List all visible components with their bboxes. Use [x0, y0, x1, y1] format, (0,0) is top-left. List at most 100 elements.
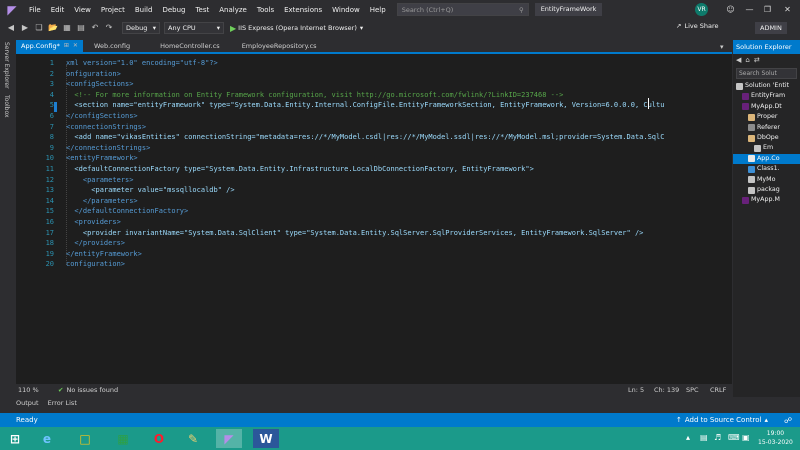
menu-debug[interactable]: Debug	[157, 6, 190, 14]
save-icon[interactable]: ▦	[61, 22, 73, 34]
tree-item-label: DbOpe	[757, 133, 779, 141]
tree-item[interactable]: EntityFram	[733, 91, 800, 101]
save-all-icon[interactable]: ▤	[75, 22, 87, 34]
tree-item-label: MyApp.Dt	[751, 102, 782, 110]
zoom-level[interactable]: 110 %	[18, 386, 46, 394]
opera-icon[interactable]: O	[146, 429, 172, 448]
notification-bell-icon[interactable]: ☍	[784, 416, 792, 425]
chevron-up-icon: ▴	[764, 416, 768, 424]
code-line: 12 <parameters>	[16, 175, 732, 186]
add-to-source-control-button[interactable]: ↑ Add to Source Control ▴	[676, 413, 768, 427]
tree-item[interactable]: Class1.	[733, 164, 800, 174]
tab-home-controller[interactable]: HomeController.cs	[155, 40, 225, 52]
code-text: <!-- For more information on Entity Fram…	[66, 90, 564, 99]
char-number: Ch: 139	[654, 386, 680, 394]
tree-item[interactable]: App.Co	[733, 153, 800, 165]
search-input[interactable]: Search (Ctrl+Q) ⚲	[396, 3, 529, 16]
tree-item-label: Referer	[757, 123, 780, 131]
volume-icon[interactable]: ♬	[714, 433, 721, 442]
open-icon[interactable]: 📂	[47, 22, 59, 34]
menu-window[interactable]: Window	[327, 6, 365, 14]
network-icon[interactable]: ▤	[700, 433, 708, 442]
tree-item-icon	[742, 103, 749, 111]
tab-employee-repository[interactable]: EmployeeRepository.cs	[237, 40, 322, 52]
pin-icon[interactable]: ⊞	[64, 40, 69, 52]
action-center-icon[interactable]: ▣	[742, 433, 750, 442]
menu-extensions[interactable]: Extensions	[279, 6, 327, 14]
tab-output[interactable]: Output	[16, 397, 39, 409]
code-editor[interactable]: 1 xml version="1.0" encoding="utf-8"?> 2 on…	[16, 54, 732, 384]
menu-build[interactable]: Build	[130, 6, 158, 14]
menu-tools[interactable]: Tools	[252, 6, 279, 14]
forward-icon[interactable]: ▶	[19, 22, 31, 34]
tab-app-config[interactable]: App.Config* ⊞ ✕	[16, 40, 83, 52]
server-explorer-tab[interactable]: Server Explorer	[3, 42, 10, 89]
new-project-icon[interactable]: ❏	[33, 22, 45, 34]
tree-item-icon	[748, 165, 755, 173]
tree-item[interactable]: MyApp.Dt	[733, 102, 800, 112]
code-text: <parameters>	[66, 175, 134, 184]
chevron-down-icon: ▾	[152, 24, 156, 32]
configuration-select[interactable]: Debug ▾	[122, 22, 160, 34]
sync-icon[interactable]: ⇄	[754, 56, 760, 64]
line-number: 18	[45, 239, 54, 248]
avatar[interactable]: VR	[695, 3, 708, 16]
platform-select[interactable]: Any CPU ▾	[164, 22, 224, 34]
line-number: 13	[45, 186, 54, 195]
menu-test[interactable]: Test	[190, 6, 214, 14]
back-icon[interactable]: ◀	[736, 56, 741, 64]
back-icon[interactable]: ◀	[5, 22, 17, 34]
tree-item[interactable]: Referer	[733, 123, 800, 133]
solution-explorer-title[interactable]: Solution Explorer	[733, 40, 800, 54]
home-icon[interactable]: ⌂	[745, 56, 749, 64]
close-icon[interactable]: ✕	[73, 40, 78, 52]
paint-icon[interactable]: ✎	[180, 429, 206, 448]
run-button[interactable]: ▶ IIS Express (Opera Internet Browser) ▾	[230, 24, 363, 33]
toolbox-tab[interactable]: Toolbox	[3, 95, 10, 118]
menu-analyze[interactable]: Analyze	[214, 6, 252, 14]
code-line: 5 <section name="entityFramework" type="…	[16, 100, 732, 111]
search-placeholder: Search (Ctrl+Q)	[401, 5, 454, 14]
taskbar-clock[interactable]: 19:00 15-03-2020	[758, 429, 793, 447]
tab-error-list[interactable]: Error List	[48, 397, 77, 409]
word-icon[interactable]: W	[253, 429, 279, 448]
tree-item[interactable]: DbOpe	[733, 133, 800, 143]
undo-icon[interactable]: ↶	[89, 22, 101, 34]
tree-item[interactable]: MyMo	[733, 175, 800, 185]
issues-indicator[interactable]: ✔ No issues found	[58, 386, 118, 394]
file-explorer-icon[interactable]: □	[72, 429, 98, 448]
solution-search-input[interactable]: Search Solut	[736, 68, 797, 79]
tree-item[interactable]: Solution 'Entit	[733, 81, 800, 91]
live-share-button[interactable]: ↗ Live Share	[676, 22, 719, 30]
windows-start-icon[interactable]: ⊞	[2, 429, 28, 448]
tab-label: EmployeeRepository.cs	[241, 42, 317, 50]
tab-web-config[interactable]: Web.config	[89, 40, 135, 52]
menu-edit[interactable]: Edit	[46, 6, 70, 14]
visual-studio-logo-icon[interactable]: ◤	[0, 0, 24, 19]
tree-item[interactable]: Em	[733, 143, 800, 153]
line-number: 15	[45, 207, 54, 216]
code-line: 4 <!-- For more information on Entity Fr…	[16, 90, 732, 101]
tray-chevron-icon[interactable]: ▴	[686, 433, 690, 442]
code-text: </parameters>	[66, 196, 138, 205]
code-line: 13 <parameter value="mssqllocaldb" />	[16, 185, 732, 196]
internet-explorer-icon[interactable]: e	[34, 429, 60, 448]
keyboard-icon[interactable]: ⌨	[728, 433, 740, 442]
tree-item[interactable]: Proper	[733, 112, 800, 122]
live-share-icon: ↗	[676, 22, 682, 30]
store-icon[interactable]: ▦	[110, 429, 136, 448]
solution-title: EntityFrameWork	[534, 3, 603, 16]
visual-studio-taskbar-icon[interactable]: ◤	[216, 429, 242, 448]
tab-list-chevron-icon[interactable]: ▾	[720, 43, 724, 51]
menu-file[interactable]: File	[24, 6, 46, 14]
menu-project[interactable]: Project	[96, 6, 130, 14]
redo-icon[interactable]: ↷	[103, 22, 115, 34]
code-text: <parameter value="mssqllocaldb" />	[66, 186, 235, 195]
close-icon[interactable]: ✕	[775, 0, 800, 19]
play-icon: ▶	[230, 23, 237, 33]
code-text: <add name="vikasEntities" connectionStri…	[66, 133, 665, 142]
tree-item[interactable]: MyApp.M	[733, 195, 800, 205]
menu-view[interactable]: View	[69, 6, 96, 14]
menu-help[interactable]: Help	[365, 6, 391, 14]
tree-item[interactable]: packag	[733, 185, 800, 195]
